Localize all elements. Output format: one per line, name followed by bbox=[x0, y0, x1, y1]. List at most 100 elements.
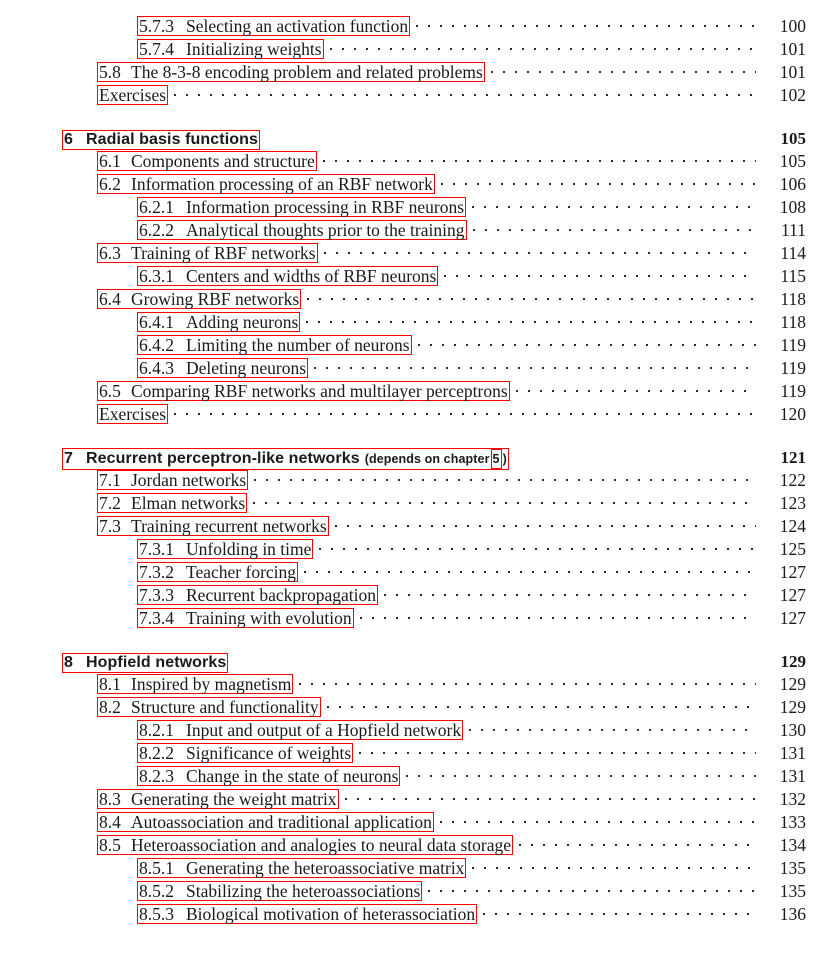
toc-entry-label[interactable]: 6.3.1 Centers and widths of RBF neurons bbox=[137, 266, 439, 286]
toc-entry-page-number[interactable]: 134 bbox=[760, 835, 826, 856]
toc-entry[interactable]: 8.4 Autoassociation and traditional appli… bbox=[0, 810, 826, 833]
toc-entry-label[interactable]: 8.5.3 Biological motivation of heterassoc… bbox=[137, 904, 478, 924]
toc-entry-label[interactable]: Exercises bbox=[97, 85, 169, 105]
toc-entry[interactable]: 8.2.3 Change in the state of neurons 131 bbox=[0, 764, 826, 787]
toc-entry-label[interactable]: 7.3 Training recurrent networks bbox=[97, 516, 329, 536]
toc-entry-page-number[interactable]: 127 bbox=[760, 608, 826, 629]
toc-entry[interactable]: 6.3 Training of RBF networks 114 bbox=[0, 241, 826, 264]
toc-entry-label[interactable]: 8.2.3 Change in the state of neurons bbox=[137, 766, 401, 786]
toc-entry-label[interactable]: 8.2.1 Input and output of a Hopfield netw… bbox=[137, 720, 464, 740]
toc-entry-label[interactable]: 7.2 Elman networks bbox=[97, 493, 248, 513]
toc-entry-page-number[interactable]: 111 bbox=[760, 220, 826, 241]
toc-entry-label[interactable]: Exercises bbox=[97, 404, 169, 424]
toc-entry[interactable]: 6.3.1 Centers and widths of RBF neurons 11… bbox=[0, 264, 826, 287]
toc-entry-label[interactable]: 5.7.3 Selecting an activation function bbox=[137, 16, 411, 36]
toc-entry-page-number[interactable]: 119 bbox=[760, 381, 826, 402]
toc-entry-page-number[interactable]: 136 bbox=[760, 904, 826, 925]
toc-entry[interactable]: 6.2.2 Analytical thoughts prior to the tr… bbox=[0, 218, 826, 241]
toc-entry[interactable]: Exercises 102 bbox=[0, 83, 826, 106]
toc-entry[interactable]: 6.5 Comparing RBF networks and multilayer… bbox=[0, 379, 826, 402]
toc-entry-label[interactable]: 8.2 Structure and functionality bbox=[97, 697, 321, 717]
toc-entry-page-number[interactable]: 130 bbox=[760, 720, 826, 741]
toc-entry-label[interactable]: 8.1 Inspired by magnetism bbox=[97, 674, 294, 694]
toc-entry-page-number[interactable]: 129 bbox=[760, 674, 826, 695]
toc-entry-page-number[interactable]: 118 bbox=[760, 289, 826, 310]
toc-entry-label[interactable]: 8.5.2 Stabilizing the heteroassociations bbox=[137, 881, 423, 901]
toc-entry[interactable]: 7.3.3 Recurrent backpropagation 127 bbox=[0, 583, 826, 606]
toc-entry-page-number[interactable]: 127 bbox=[760, 562, 826, 583]
toc-entry-page-number[interactable]: 105 bbox=[760, 129, 826, 149]
toc-entry-label[interactable]: 7.3.1 Unfolding in time bbox=[137, 539, 314, 559]
toc-entry-page-number[interactable]: 102 bbox=[760, 85, 826, 106]
toc-entry-page-number[interactable]: 131 bbox=[760, 743, 826, 764]
toc-entry[interactable]: 7.3.1 Unfolding in time 125 bbox=[0, 537, 826, 560]
toc-entry[interactable]: 8.2.2 Significance of weights 131 bbox=[0, 741, 826, 764]
toc-entry[interactable]: 8.2 Structure and functionality 129 bbox=[0, 695, 826, 718]
toc-entry-label[interactable]: 8.5 Heteroassociation and analogies to ne… bbox=[97, 835, 513, 855]
toc-entry[interactable]: 8.2.1 Input and output of a Hopfield netw… bbox=[0, 718, 826, 741]
toc-entry-label[interactable]: 7.3.4 Training with evolution bbox=[137, 608, 354, 628]
toc-entry-page-number[interactable]: 135 bbox=[760, 858, 826, 879]
toc-entry-label[interactable]: 5.7.4 Initializing weights bbox=[137, 39, 324, 59]
toc-entry-label[interactable]: 8.4 Autoassociation and traditional appli… bbox=[97, 812, 434, 832]
toc-entry[interactable]: 8.5.1 Generating the heteroassociative ma… bbox=[0, 856, 826, 879]
toc-entry[interactable]: 7.3.4 Training with evolution 127 bbox=[0, 606, 826, 629]
toc-entry-page-number[interactable]: 101 bbox=[760, 39, 826, 60]
toc-entry-page-number[interactable]: 108 bbox=[760, 197, 826, 218]
toc-entry-label[interactable]: 6.4.2 Limiting the number of neurons bbox=[137, 335, 412, 355]
toc-entry-page-number[interactable]: 119 bbox=[760, 358, 826, 379]
toc-entry-label[interactable]: 6 Radial basis functions bbox=[62, 130, 261, 150]
toc-entry-page-number[interactable]: 131 bbox=[760, 766, 826, 787]
toc-entry-page-number[interactable]: 119 bbox=[760, 335, 826, 356]
toc-entry-page-number[interactable]: 124 bbox=[760, 516, 826, 537]
toc-entry-label[interactable]: 6.2.2 Analytical thoughts prior to the tr… bbox=[137, 220, 467, 240]
toc-entry-label[interactable]: 6.4.1 Adding neurons bbox=[137, 312, 301, 332]
toc-entry-label[interactable]: 6.2.1 Information processing in RBF neuro… bbox=[137, 197, 467, 217]
toc-entry[interactable]: 6.1 Components and structure 105 bbox=[0, 149, 826, 172]
toc-entry-label[interactable]: 8.5.1 Generating the heteroassociative ma… bbox=[137, 858, 467, 878]
toc-entry[interactable]: 5.7.3 Selecting an activation function 100 bbox=[0, 14, 826, 37]
toc-entry-label[interactable]: 5.8 The 8-3-8 encoding problem and relate… bbox=[97, 62, 485, 82]
toc-entry-page-number[interactable]: 121 bbox=[760, 448, 826, 468]
toc-entry[interactable]: 5.8 The 8-3-8 encoding problem and relate… bbox=[0, 60, 826, 83]
toc-entry[interactable]: 8.5 Heteroassociation and analogies to ne… bbox=[0, 833, 826, 856]
toc-entry[interactable]: 6.4.3 Deleting neurons 119 bbox=[0, 356, 826, 379]
toc-entry-label[interactable]: 7.1 Jordan networks bbox=[97, 470, 249, 490]
toc-entry-label[interactable]: 6.5 Comparing RBF networks and multilayer… bbox=[97, 381, 510, 401]
toc-entry-page-number[interactable]: 115 bbox=[760, 266, 826, 287]
toc-entry[interactable]: 6.4.2 Limiting the number of neurons 119 bbox=[0, 333, 826, 356]
toc-entry-label[interactable]: 8.3 Generating the weight matrix bbox=[97, 789, 339, 809]
toc-entry-page-number[interactable]: 118 bbox=[760, 312, 826, 333]
toc-entry[interactable]: 5.7.4 Initializing weights 101 bbox=[0, 37, 826, 60]
toc-entry-page-number[interactable]: 106 bbox=[760, 174, 826, 195]
toc-entry[interactable]: Exercises 120 bbox=[0, 402, 826, 425]
toc-entry-page-number[interactable]: 101 bbox=[760, 62, 826, 83]
toc-entry-page-number[interactable]: 100 bbox=[760, 16, 826, 37]
toc-entry-page-number[interactable]: 129 bbox=[760, 652, 826, 672]
toc-entry[interactable]: 7.3 Training recurrent networks 124 bbox=[0, 514, 826, 537]
toc-entry-label[interactable]: 7 Recurrent perceptron-like networks (depe… bbox=[62, 448, 509, 470]
toc-entry[interactable]: 6.2 Information processing of an RBF netw… bbox=[0, 172, 826, 195]
toc-entry-label[interactable]: 7.3.3 Recurrent backpropagation bbox=[137, 585, 378, 605]
toc-entry-label[interactable]: 6.2 Information processing of an RBF netw… bbox=[97, 174, 435, 194]
toc-entry[interactable]: 8.5.2 Stabilizing the heteroassociations 1… bbox=[0, 879, 826, 902]
toc-entry[interactable]: 6.2.1 Information processing in RBF neuro… bbox=[0, 195, 826, 218]
toc-entry[interactable]: 8.3 Generating the weight matrix 132 bbox=[0, 787, 826, 810]
toc-entry-page-number[interactable]: 127 bbox=[760, 585, 826, 606]
toc-entry-page-number[interactable]: 135 bbox=[760, 881, 826, 902]
toc-entry-page-number[interactable]: 125 bbox=[760, 539, 826, 560]
toc-entry-page-number[interactable]: 120 bbox=[760, 404, 826, 425]
toc-entry[interactable]: 6.4 Growing RBF networks 118 bbox=[0, 287, 826, 310]
toc-entry-label[interactable]: 8 Hopfield networks bbox=[62, 653, 229, 673]
toc-entry-label[interactable]: 6.4.3 Deleting neurons bbox=[137, 358, 309, 378]
toc-entry-label[interactable]: 6.4 Growing RBF networks bbox=[97, 289, 302, 309]
toc-entry[interactable]: 6 Radial basis functions 105 bbox=[0, 126, 826, 150]
dependency-chapter-ref[interactable]: 5 bbox=[490, 449, 502, 469]
toc-entry-page-number[interactable]: 105 bbox=[760, 151, 826, 172]
toc-entry[interactable]: 6.4.1 Adding neurons 118 bbox=[0, 310, 826, 333]
toc-entry-page-number[interactable]: 123 bbox=[760, 493, 826, 514]
toc-entry[interactable]: 8.1 Inspired by magnetism 129 bbox=[0, 672, 826, 695]
toc-entry[interactable]: 7.1 Jordan networks 122 bbox=[0, 468, 826, 491]
toc-entry-label[interactable]: 7.3.2 Teacher forcing bbox=[137, 562, 299, 582]
toc-entry-label[interactable]: 6.3 Training of RBF networks bbox=[97, 243, 318, 263]
